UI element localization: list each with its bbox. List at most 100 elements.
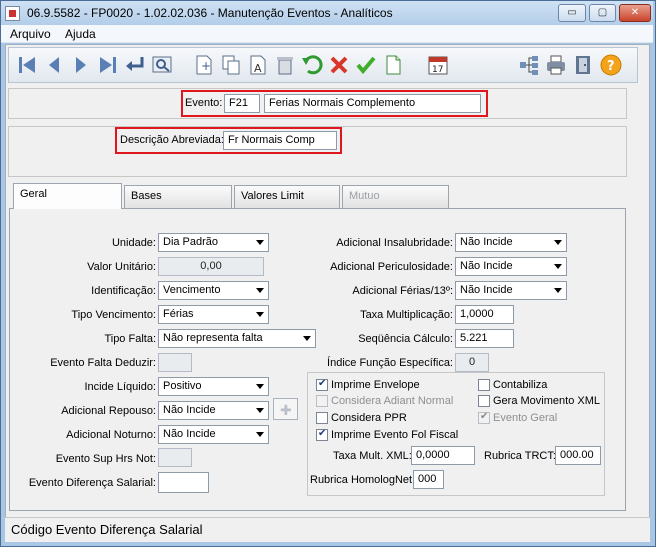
identificacao-select[interactable]: Vencimento: [158, 281, 269, 300]
tab-valores-limit[interactable]: Valores Limit: [234, 185, 340, 209]
minimize-button[interactable]: ▭: [558, 4, 586, 22]
adicional-ferias-select[interactable]: Não Incide: [455, 281, 567, 300]
delete-icon[interactable]: [273, 53, 297, 77]
considera-adiant-normal-label: Considera Adiant Normal: [331, 395, 454, 407]
evento-geral-checkbox: [478, 411, 490, 424]
first-icon[interactable]: [15, 53, 39, 77]
adicional-noturno-value: Não Incide: [163, 428, 216, 440]
tab-bases[interactable]: Bases: [124, 185, 232, 209]
next-icon[interactable]: [69, 53, 93, 77]
toolbar: + A 17 ?: [8, 47, 638, 83]
indice-funcao-especifica-field[interactable]: 0: [455, 353, 489, 372]
imprime-envelope-label: Imprime Envelope: [331, 379, 420, 391]
taxa-mult-xml-label: Taxa Mult. XML:: [333, 450, 412, 462]
adicional-repouso-label: Adicional Repouso:: [61, 405, 156, 417]
exit-icon[interactable]: [571, 53, 595, 77]
copy-icon[interactable]: [219, 53, 243, 77]
search-icon[interactable]: [150, 53, 174, 77]
last-icon[interactable]: [96, 53, 120, 77]
calendar-icon[interactable]: 17: [426, 53, 450, 77]
rubrica-trct-label: Rubrica TRCT:: [484, 450, 556, 462]
evento-code-field[interactable]: F21: [224, 94, 260, 113]
note-icon[interactable]: [381, 53, 405, 77]
adicional-ferias-label: Adicional Férias/13º:: [352, 285, 453, 297]
menu-ajuda[interactable]: Ajuda: [65, 27, 96, 41]
title-bar[interactable]: 06.9.5582 - FP0020 - 1.02.02.036 - Manut…: [1, 1, 653, 25]
considera-ppr-label: Considera PPR: [331, 412, 407, 424]
edit-icon[interactable]: A: [246, 53, 270, 77]
rubrica-homolognet-field[interactable]: 000: [413, 470, 444, 489]
status-bar: Código Evento Diferença Salarial: [5, 517, 650, 542]
descricao-field[interactable]: Fr Normais Comp: [223, 131, 337, 150]
adicional-periculosidade-select[interactable]: Não Incide: [455, 257, 567, 276]
tipo-vencimento-label: Tipo Vencimento:: [71, 309, 156, 321]
imprime-evento-fol-fiscal-label: Imprime Evento Fol Fiscal: [331, 429, 459, 441]
adicional-repouso-select[interactable]: Não Incide: [158, 401, 269, 420]
adicional-noturno-select[interactable]: Não Incide: [158, 425, 269, 444]
incide-liquido-select[interactable]: Positivo: [158, 377, 269, 396]
status-text: Código Evento Diferença Salarial: [11, 522, 203, 537]
valor-unitario-field[interactable]: 0,00: [158, 257, 264, 276]
help-icon[interactable]: ?: [599, 53, 623, 77]
evento-falta-deduzir-field[interactable]: [158, 353, 192, 372]
chevron-down-icon: [554, 240, 562, 245]
unidade-label: Unidade:: [111, 237, 156, 249]
prev-icon[interactable]: [42, 53, 66, 77]
adicional-insalubridade-label: Adicional Insalubridade:: [336, 237, 453, 249]
gera-movimento-xml-checkbox[interactable]: [478, 395, 490, 407]
incide-liquido-label: Incide Líquido:: [84, 381, 156, 393]
adicional-insalubridade-select[interactable]: Não Incide: [455, 233, 567, 252]
close-button[interactable]: ✕: [619, 4, 651, 22]
svg-text:?: ?: [607, 59, 615, 74]
evento-name-field[interactable]: Ferias Normais Complemento: [264, 94, 481, 113]
app-icon: [5, 6, 20, 21]
taxa-mult-xml-field[interactable]: 0,0000: [411, 446, 475, 465]
maximize-button[interactable]: ▢: [589, 4, 616, 22]
tipo-vencimento-value: Férias: [163, 308, 194, 320]
adicional-insalubridade-value: Não Incide: [460, 236, 513, 248]
evento-sup-hrs-not-label: Evento Sup Hrs Not:: [55, 453, 156, 465]
cancel-icon[interactable]: [327, 53, 351, 77]
new-icon[interactable]: +: [192, 53, 216, 77]
adicional-repouso-value: Não Incide: [163, 404, 216, 416]
evento-geral-label: Evento Geral: [493, 412, 558, 424]
taxa-multiplicacao-field[interactable]: 1,0000: [455, 305, 514, 324]
imprime-envelope-checkbox[interactable]: [316, 378, 328, 391]
evento-label: Evento:: [185, 97, 223, 109]
add-repouso-button[interactable]: ✚: [273, 398, 298, 420]
menu-arquivo[interactable]: Arquivo: [10, 27, 51, 41]
svg-text:A: A: [254, 62, 262, 75]
tipo-vencimento-select[interactable]: Férias: [158, 305, 269, 324]
rubrica-homolognet-label: Rubrica HomologNet:: [310, 474, 416, 486]
sequencia-calculo-label: Seqüência Cálculo:: [358, 333, 453, 345]
tree-icon[interactable]: [517, 53, 541, 77]
evento-diferenca-salarial-field[interactable]: [158, 472, 209, 493]
contabiliza-label: Contabiliza: [493, 379, 548, 391]
chevron-down-icon: [256, 240, 264, 245]
enter-icon[interactable]: [123, 53, 147, 77]
considera-ppr-checkbox[interactable]: [316, 412, 328, 424]
evento-sup-hrs-not-field[interactable]: [158, 448, 192, 467]
tab-mutuo: Mutuo: [342, 185, 449, 209]
print-icon[interactable]: [544, 53, 568, 77]
chevron-down-icon: [256, 288, 264, 293]
chevron-down-icon: [554, 288, 562, 293]
gera-movimento-xml-label: Gera Movimento XML: [493, 395, 600, 407]
tab-geral[interactable]: Geral: [13, 183, 122, 209]
menu-bar: Arquivo Ajuda: [1, 25, 653, 43]
sequencia-calculo-field[interactable]: 5.221: [455, 329, 514, 348]
imprime-evento-fol-fiscal-checkbox[interactable]: [316, 428, 328, 441]
tipo-falta-select[interactable]: Não representa falta: [158, 329, 316, 348]
chevron-down-icon: [303, 336, 311, 341]
valor-unitario-label: Valor Unitário:: [87, 261, 156, 273]
adicional-ferias-value: Não Incide: [460, 284, 513, 296]
confirm-icon[interactable]: [354, 53, 378, 77]
rubrica-trct-field[interactable]: 000.00: [555, 446, 601, 465]
unidade-select[interactable]: Dia Padrão: [158, 233, 269, 252]
plus-icon: ✚: [280, 402, 292, 418]
adicional-periculosidade-value: Não Incide: [460, 260, 513, 272]
identificacao-value: Vencimento: [163, 284, 221, 296]
contabiliza-checkbox[interactable]: [478, 379, 490, 391]
tipo-falta-value: Não representa falta: [163, 332, 263, 344]
undo-icon[interactable]: [300, 53, 324, 77]
